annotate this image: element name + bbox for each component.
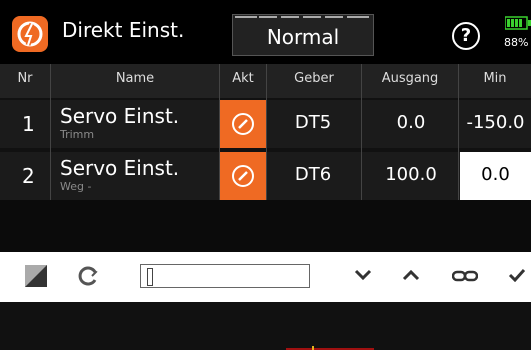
chevron-up-icon[interactable]: [402, 268, 420, 282]
app-logo-icon: [12, 16, 48, 52]
col-header-akt: Akt: [220, 64, 266, 98]
compass-icon: [232, 113, 254, 135]
divider: [361, 64, 362, 200]
divider: [266, 64, 267, 200]
battery-icon: [505, 16, 531, 30]
check-icon[interactable]: [508, 268, 526, 282]
chevron-down-icon[interactable]: [354, 268, 372, 282]
geber-marker: [312, 346, 314, 350]
link-icon[interactable]: [452, 269, 478, 283]
mode-indicator-bars: [233, 15, 373, 21]
row-name[interactable]: Servo Einst.: [60, 156, 179, 180]
row-subname: Weg -: [60, 180, 92, 193]
mode-selector[interactable]: Normal: [232, 14, 374, 56]
header: Direkt Einst. Normal ? 88%: [0, 0, 531, 64]
compass-icon: [232, 165, 254, 187]
divider: [50, 64, 51, 200]
value-slider[interactable]: [140, 264, 310, 288]
col-header-geber: Geber: [267, 64, 361, 98]
slider-handle[interactable]: [147, 268, 153, 286]
toolbar: [0, 252, 531, 302]
geber-value[interactable]: DT6: [266, 164, 360, 185]
row-number: 1: [22, 112, 35, 136]
square-icon[interactable]: [24, 264, 48, 288]
col-header-nr: Nr: [0, 64, 50, 98]
row-name[interactable]: Servo Einst.: [60, 104, 179, 128]
divider: [458, 64, 459, 200]
min-value[interactable]: 0.0: [460, 164, 531, 185]
col-header-min: Min: [459, 64, 531, 98]
divider: [219, 64, 220, 200]
akt-toggle[interactable]: [220, 100, 266, 148]
refresh-icon[interactable]: [78, 265, 100, 287]
page-title: Direkt Einst.: [62, 18, 185, 42]
ausgang-value: 100.0: [385, 164, 437, 185]
row-subname: Trimm: [60, 128, 95, 141]
help-icon[interactable]: ?: [452, 22, 480, 50]
min-value[interactable]: -150.0: [460, 112, 531, 133]
row-number: 2: [22, 164, 35, 188]
battery-percent: 88%: [504, 36, 529, 49]
col-header-ausgang: Ausgang: [362, 64, 458, 98]
mode-label: Normal: [266, 25, 340, 49]
ausgang-value: 0.0: [396, 112, 426, 133]
geber-value[interactable]: DT5: [266, 112, 360, 133]
empty-area: [0, 200, 531, 252]
col-header-name: Name: [51, 64, 219, 98]
akt-toggle[interactable]: [220, 152, 266, 200]
